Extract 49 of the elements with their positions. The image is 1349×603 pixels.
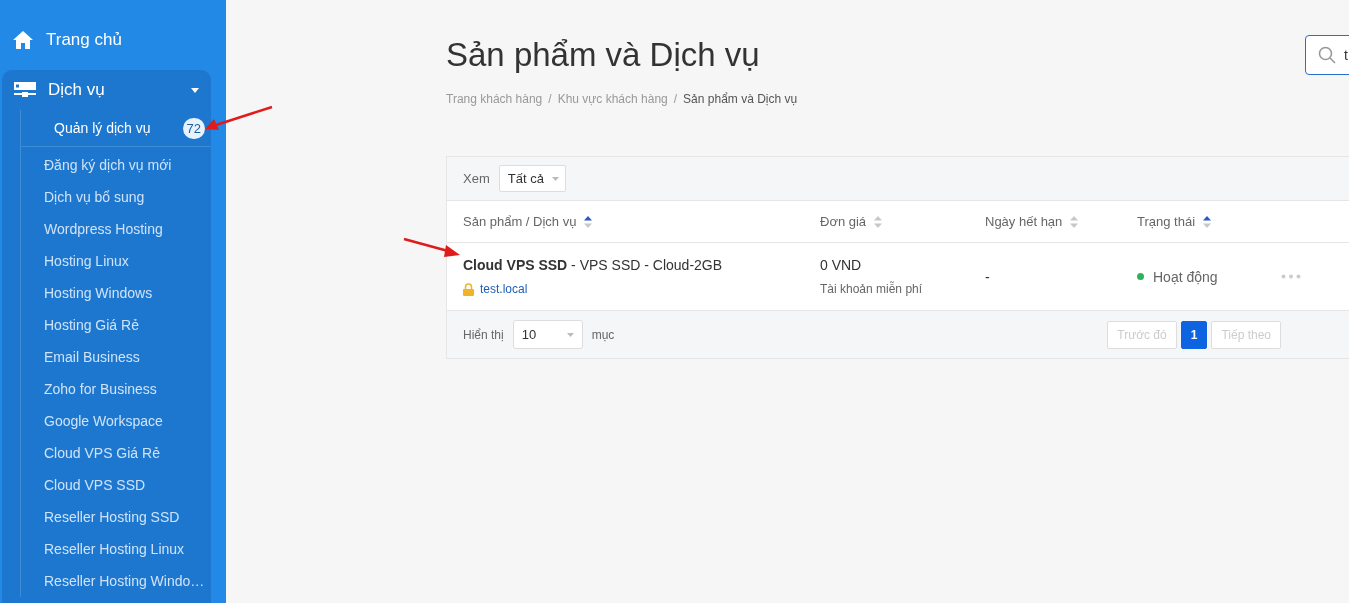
- sidebar-group[interactable]: Dịch vụ: [48, 80, 179, 100]
- breadcrumb-separator: /: [548, 92, 552, 106]
- caret-icon: [566, 332, 574, 337]
- page-size-unit: mục: [591, 327, 615, 342]
- filter-dropdown[interactable]: Tất cả: [498, 165, 566, 192]
- breadcrumb-link[interactable]: Khu vực khách hàng: [557, 92, 668, 106]
- column-header[interactable]: Sản phẩm / Dịch vụ: [463, 214, 577, 229]
- sort-icon[interactable]: [584, 215, 593, 228]
- domain-link[interactable]: test.local: [480, 282, 528, 296]
- lock-icon: [463, 282, 474, 296]
- column-header[interactable]: Trạng thái: [1137, 214, 1196, 229]
- column-header[interactable]: Ngày hết hạn: [985, 214, 1063, 229]
- sidebar-item[interactable]: Cloud VPS Giá Rẻ: [21, 437, 211, 469]
- caret-icon: [551, 176, 559, 181]
- status-text: Hoạt động: [1153, 268, 1218, 285]
- breadcrumb-separator: /: [673, 92, 678, 106]
- table-cell-text: Tài khoản miễn phí: [820, 282, 924, 296]
- sidebar-item[interactable]: Hosting Windows: [21, 277, 211, 309]
- caret-icon[interactable]: [191, 87, 199, 93]
- table-cell-text: 0 VND: [820, 257, 863, 273]
- column-header[interactable]: Đơn giá: [820, 214, 867, 229]
- table-cell-text: -: [985, 268, 991, 285]
- sidebar-item[interactable]: Email Business: [21, 341, 211, 373]
- sidebar-item[interactable]: Reseller Hosting Windo…: [21, 565, 211, 597]
- sidebar-item[interactable]: Zoho for Business: [21, 373, 211, 405]
- sidebar-item[interactable]: Reseller Hosting SSD: [21, 501, 211, 533]
- sort-icon[interactable]: [1203, 215, 1212, 228]
- breadcrumb-link[interactable]: Trang khách hàng: [446, 92, 543, 106]
- search-icon: [1318, 46, 1336, 64]
- filter-label: Xem: [463, 171, 490, 186]
- home-icon: [12, 30, 34, 50]
- sidebar-item[interactable]: Cloud VPS SSD: [21, 469, 211, 501]
- page-size-label: Hiển thị: [463, 327, 504, 342]
- sidebar-item[interactable]: Reseller Hosting Linux: [21, 533, 211, 565]
- sidebar-item[interactable]: Dịch vụ bổ sung: [21, 181, 211, 213]
- product-name[interactable]: Cloud VPS SSD - VPS SSD - Cloud-2GB: [463, 257, 804, 273]
- server-icon: [14, 82, 36, 98]
- sidebar-item[interactable]: Wordpress Hosting: [21, 213, 211, 245]
- count-badge: 72: [182, 117, 205, 139]
- search-field[interactable]: t: [1305, 35, 1349, 75]
- page-title: Sản phẩm và Dịch vụ: [446, 36, 760, 74]
- sidebar-item[interactable]: Quản lý dịch vụ 72: [21, 110, 211, 147]
- sidebar-item[interactable]: Trang chủ: [0, 24, 226, 56]
- sidebar-item[interactable]: Google Workspace: [21, 405, 211, 437]
- sidebar-item[interactable]: Hosting Giá Rẻ: [21, 309, 211, 341]
- sidebar-item[interactable]: Đăng ký dịch vụ mới: [21, 149, 211, 181]
- sidebar-item[interactable]: Hosting Linux: [21, 245, 211, 277]
- page-size-dropdown[interactable]: 10: [512, 320, 583, 349]
- pager-button[interactable]: 1: [1180, 320, 1208, 349]
